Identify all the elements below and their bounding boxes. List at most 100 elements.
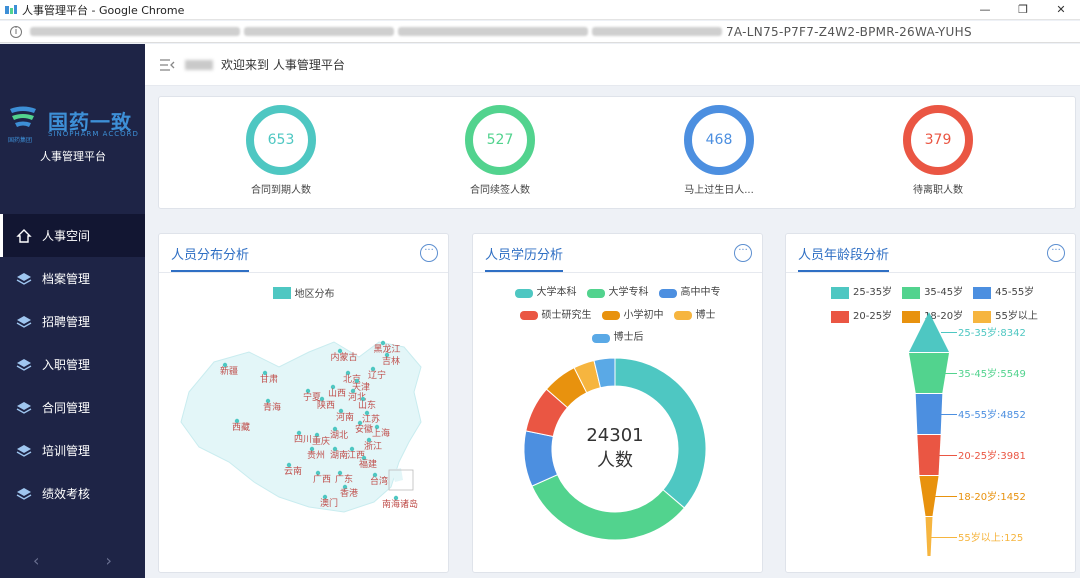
chevron-right-icon[interactable]: ›	[106, 551, 112, 570]
welcome-text: 欢迎来到 人事管理平台	[221, 58, 345, 72]
stat-ring: 379	[903, 105, 973, 175]
legend-label: 博士后	[613, 332, 644, 343]
layers-icon	[16, 401, 32, 414]
stats-panel: 653 合同到期人数 527 合同续签人数 468 马上过生日人... 379 …	[158, 96, 1076, 209]
minimize-button[interactable]: —	[966, 0, 1004, 20]
top-header: 欢迎来到 人事管理平台	[145, 44, 1080, 86]
map-region-label: 山西	[328, 388, 346, 399]
legend-swatch	[272, 286, 291, 299]
legend-swatch	[601, 311, 620, 320]
legend-item[interactable]: 大学本科	[514, 283, 577, 303]
address-bar[interactable]: i 7A-LN75-P7F7-Z4W2-BPMR-26WA-YUHS	[0, 21, 1080, 43]
legend-item[interactable]: 博士后	[591, 328, 644, 348]
legend-swatch	[973, 287, 992, 299]
stat-value: 527	[486, 132, 514, 148]
age-segment[interactable]	[925, 517, 933, 556]
menu-item-label: 人事空间	[42, 229, 91, 243]
menu-item[interactable]: 合同管理	[0, 386, 145, 429]
map-region-label: 湖北	[330, 430, 348, 441]
stat-contract-expiring[interactable]: 653 合同到期人数	[226, 105, 336, 196]
card-age: 人员年龄段分析 ··· 25-35岁 35-45岁 45-55岁 20-25岁 18-2…	[785, 233, 1076, 573]
legend-item[interactable]: 博士	[673, 306, 716, 326]
age-value-label: 55岁以上:125	[958, 531, 1023, 544]
menu-item[interactable]: 招聘管理	[0, 300, 145, 343]
age-value-label: 45-55岁:4852	[958, 408, 1026, 421]
menu-item-label: 招聘管理	[42, 315, 91, 329]
legend-label: 博士	[695, 309, 716, 321]
map-region-label: 香港	[340, 487, 358, 499]
map-region-label: 浙江	[364, 440, 382, 452]
donut-slice[interactable]	[531, 474, 686, 541]
legend-item[interactable]: 硕士研究生	[519, 306, 592, 326]
maximize-button[interactable]: ❐	[1004, 0, 1042, 20]
legend-label: 高中中专	[680, 287, 721, 298]
map-region-label: 上海	[372, 427, 390, 439]
map-region-label: 陕西	[317, 399, 335, 411]
menu-item-label: 档案管理	[42, 272, 91, 286]
legend-label: 大学本科	[536, 287, 577, 298]
map-region-label: 青海	[263, 401, 281, 413]
menu-item-label: 绩效考核	[42, 487, 91, 501]
legend-label: 35-45岁	[924, 287, 964, 298]
china-map[interactable]: 黑龙江吉林内蒙古辽宁北京天津山西 河北山东新疆甘肃宁夏陕西河南 江苏安徽上海青海西藏…	[159, 312, 448, 572]
chevron-left-icon[interactable]: ‹	[33, 551, 39, 570]
stat-value: 653	[267, 132, 295, 148]
map-region-label: 安徽	[355, 423, 373, 435]
card-title: 人员学历分析	[485, 244, 564, 272]
legend-item[interactable]: 高中中专	[658, 283, 721, 303]
age-funnel-chart[interactable]: 25-35岁:8342 35-45岁:5549 45-55岁:4852 20-25岁:…	[786, 306, 1075, 556]
layers-icon	[16, 487, 32, 500]
stat-ring: 468	[684, 105, 754, 175]
stat-upcoming-birthday[interactable]: 468 马上过生日人...	[664, 105, 774, 196]
legend-item[interactable]: 小学初中	[601, 306, 664, 326]
map-region-label: 云南	[284, 465, 302, 477]
legend-item[interactable]: 35-45岁	[902, 283, 963, 303]
layers-icon	[16, 444, 32, 457]
layers-icon	[16, 272, 32, 285]
card-education: 人员学历分析 ··· 大学本科 大学专科 高中中专硕士研究生 小学初中 博士博士后 24…	[472, 233, 763, 573]
menu-item[interactable]: 绩效考核	[0, 472, 145, 515]
more-options-icon[interactable]: ···	[1047, 244, 1065, 262]
map-region-label: 新疆	[220, 365, 238, 377]
menu-item[interactable]: 人事空间	[0, 214, 145, 257]
map-region-label: 福建	[359, 458, 377, 470]
card-title: 人员分布分析	[171, 244, 250, 272]
map-region-label: 山东	[358, 399, 376, 411]
legend-swatch	[902, 287, 921, 299]
menu-item[interactable]: 入职管理	[0, 343, 145, 386]
legend-swatch	[658, 288, 677, 298]
close-button[interactable]: ✕	[1042, 0, 1080, 20]
legend-swatch	[514, 288, 533, 298]
legend-item[interactable]: 大学专科	[586, 283, 649, 303]
education-legend[interactable]: 大学本科 大学专科 高中中专硕士研究生 小学初中 博士博士后	[473, 283, 762, 351]
menu-item[interactable]: 培训管理	[0, 429, 145, 472]
menu-item-label: 培训管理	[42, 444, 91, 458]
menu-toggle-icon[interactable]	[159, 58, 175, 72]
user-avatar[interactable]	[185, 59, 213, 70]
stat-label: 待离职人数	[913, 185, 963, 196]
stat-contract-renewal[interactable]: 527 合同续签人数	[445, 105, 555, 196]
site-info-icon[interactable]: i	[10, 25, 22, 38]
age-value-label: 18-20岁:1452	[958, 490, 1026, 503]
map-region-label: 吉林	[382, 355, 400, 367]
legend-label: 硕士研究生	[541, 309, 592, 321]
more-options-icon[interactable]: ···	[734, 244, 752, 262]
more-options-icon[interactable]: ···	[420, 244, 438, 262]
map-legend[interactable]: 地区分布	[159, 285, 448, 302]
legend-item[interactable]: 25-35岁	[831, 283, 892, 303]
map-region-label: 江苏	[362, 413, 380, 425]
stat-label: 马上过生日人...	[684, 185, 754, 196]
stat-ring: 653	[246, 105, 316, 175]
layers-icon	[16, 315, 32, 328]
map-region-label: 台湾	[370, 475, 388, 487]
map-region-label: 四川	[294, 435, 312, 445]
menu-item[interactable]: 档案管理	[0, 257, 145, 300]
legend-item[interactable]: 45-55岁	[973, 283, 1034, 303]
education-donut-chart[interactable]: 24301 人数	[473, 354, 762, 554]
map-region-label: 广东	[335, 473, 353, 485]
stat-pending-resignation[interactable]: 379 待离职人数	[883, 105, 993, 196]
sidebar: 国药一致 SINOPHARM ACCORD 国药集团 人事管理平台 人事空间 档案…	[0, 44, 145, 578]
map-region-label: 辽宁	[368, 369, 386, 381]
legend-label: 地区分布	[294, 289, 335, 300]
age-value-label: 20-25岁:3981	[958, 449, 1026, 462]
